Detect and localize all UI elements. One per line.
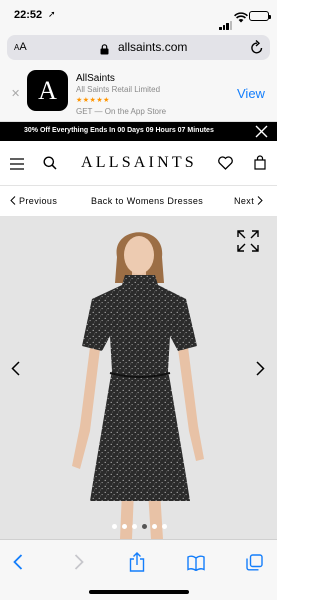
app-company: All Saints Retail Limited [76, 85, 161, 94]
carousel-dot[interactable] [122, 524, 127, 529]
menu-icon[interactable] [10, 157, 24, 175]
share-icon[interactable] [129, 552, 145, 577]
site-header: ALLSAINTS [0, 141, 277, 186]
tabs-icon[interactable] [246, 554, 263, 576]
bookmarks-icon[interactable] [187, 555, 205, 576]
battery-icon [249, 11, 271, 21]
app-store-text: GET — On the App Store [76, 107, 167, 116]
lock-icon [100, 42, 109, 60]
product-pager: Previous Back to Womens Dresses Next [0, 186, 277, 217]
status-bar: 22:52 ➚ [0, 0, 277, 32]
carousel-dots[interactable] [112, 516, 172, 534]
search-icon[interactable] [43, 156, 57, 175]
url-text[interactable]: allsaints.com [118, 40, 187, 54]
product-photo [72, 232, 204, 539]
browser-toolbar [0, 539, 277, 600]
expand-icon[interactable] [237, 230, 259, 257]
heart-icon[interactable] [218, 156, 233, 175]
carousel-dot[interactable] [142, 524, 147, 529]
product-image-carousel[interactable] [0, 217, 277, 539]
smart-app-banner: ✕ A AllSaints All Saints Retail Limited … [0, 62, 277, 122]
carousel-dot[interactable] [152, 524, 157, 529]
carousel-dot[interactable] [112, 524, 117, 529]
location-arrow-icon: ➚ [48, 9, 56, 19]
home-indicator [89, 590, 189, 594]
back-to-category-link[interactable]: Back to Womens Dresses [91, 196, 203, 206]
text-size-button[interactable]: AA [14, 41, 27, 53]
reload-icon[interactable] [250, 39, 264, 60]
app-name: AllSaints [76, 73, 115, 84]
rating-stars: ★★★★★ [76, 97, 110, 104]
close-icon[interactable]: ✕ [11, 87, 20, 100]
previous-product-link[interactable]: Previous [10, 196, 57, 206]
promo-banner: 30% Off Everything Ends In 00 Days 09 Ho… [0, 122, 277, 141]
carousel-dot[interactable] [162, 524, 167, 529]
chevron-right-icon [257, 196, 263, 205]
next-product-link[interactable]: Next [234, 196, 263, 206]
wifi-icon [234, 10, 248, 28]
address-bar[interactable]: AA allsaints.com [7, 35, 270, 60]
forward-icon[interactable] [74, 554, 84, 575]
back-icon[interactable] [13, 554, 23, 575]
app-icon: A [27, 70, 68, 111]
carousel-dot[interactable] [132, 524, 137, 529]
chevron-left-icon [10, 196, 16, 205]
view-app-button[interactable]: View [237, 86, 265, 101]
signal-icon [219, 12, 233, 30]
promo-text[interactable]: 30% Off Everything Ends In 00 Days 09 Ho… [24, 127, 214, 134]
site-logo[interactable]: ALLSAINTS [81, 154, 197, 172]
browser-address-area: AA allsaints.com [0, 32, 277, 62]
chevron-left-icon[interactable] [11, 361, 20, 381]
chevron-right-icon[interactable] [256, 361, 265, 381]
bag-icon[interactable] [254, 155, 266, 175]
status-time: 22:52 [14, 9, 43, 21]
